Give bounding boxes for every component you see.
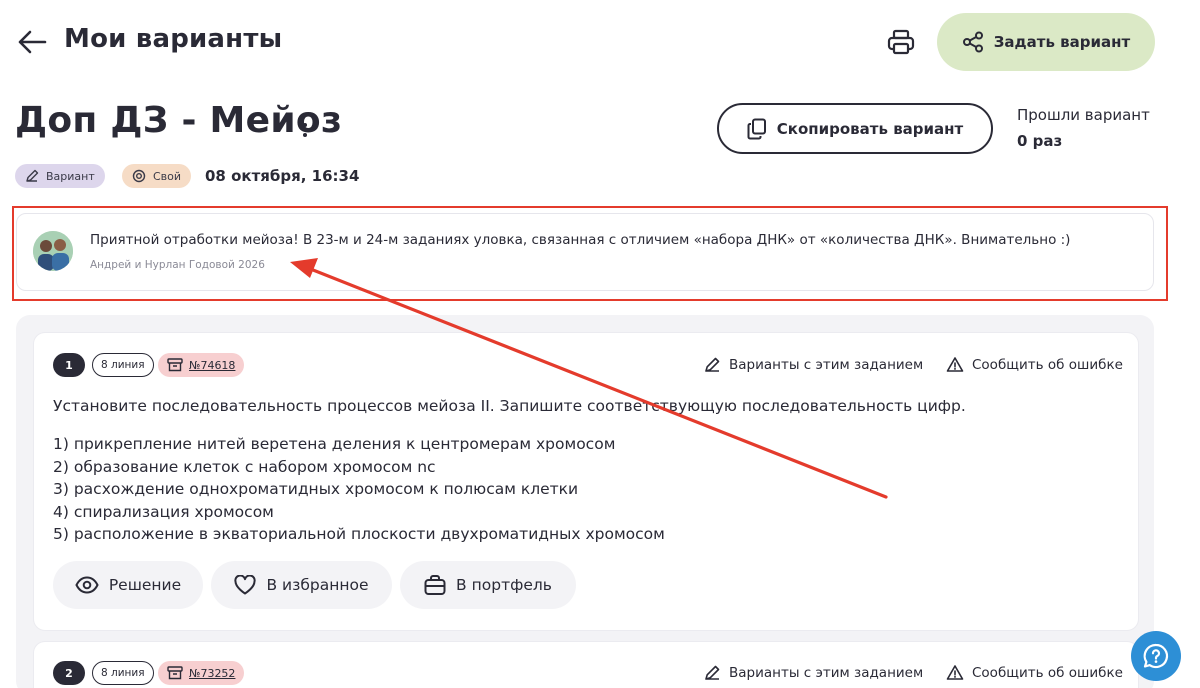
back-button[interactable] [14, 24, 50, 60]
assign-variant-label: Задать вариант [993, 33, 1131, 51]
task-id-link[interactable]: №73252 [158, 661, 245, 685]
task-option: 2) образование клеток с набором хромосом… [53, 457, 436, 476]
portfolio-button[interactable]: В портфель [400, 561, 576, 609]
heart-icon [234, 575, 257, 595]
task-id-link[interactable]: №74618 [158, 353, 245, 377]
variants-with-task-label: Варианты с этим заданием [729, 664, 924, 681]
task-line: 8 линия [92, 661, 154, 685]
warning-icon [946, 665, 964, 680]
report-error-label: Сообщить об ошибке [972, 664, 1123, 681]
briefcase-icon [424, 575, 446, 595]
badge-variant-label: Вариант [46, 169, 95, 183]
share-icon [962, 31, 983, 53]
task-options: 1) прикрепление нитей веретена деления к… [53, 433, 665, 546]
variants-with-task-label: Варианты с этим заданием [729, 356, 924, 373]
help-button[interactable] [1131, 631, 1181, 681]
solution-button[interactable]: Решение [53, 561, 203, 609]
badge-own: Свой [122, 164, 192, 188]
passed-label: Прошли вариант [1017, 106, 1150, 124]
task-number: 1 [53, 353, 85, 377]
task-id-label: №74618 [189, 358, 236, 372]
favorite-label: В избранное [266, 576, 369, 594]
variant-date: 08 октября, 16:34 [205, 167, 360, 185]
task-number: 2 [53, 661, 85, 685]
task-line: 8 линия [92, 353, 154, 377]
report-error-link[interactable]: Сообщить об ошибке [946, 356, 1123, 373]
variants-with-task-link[interactable]: Варианты с этим заданием [704, 664, 923, 681]
pencil-icon [26, 169, 39, 182]
archive-icon [167, 666, 183, 680]
warning-icon [946, 357, 964, 372]
favorite-button[interactable]: В избранное [211, 561, 392, 609]
at-sign-icon [132, 169, 146, 183]
task-option: 5) расположение в экваториальной плоскос… [53, 525, 665, 544]
printer-icon [887, 29, 915, 55]
variant-title: Доп ДЗ - Мейоз [15, 100, 343, 141]
archive-icon [167, 358, 183, 372]
edit-icon [705, 357, 720, 372]
badge-variant: Вариант [15, 164, 105, 188]
report-error-label: Сообщить об ошибке [972, 356, 1123, 373]
eye-icon [75, 576, 99, 594]
solution-label: Решение [108, 576, 182, 594]
copy-icon [747, 118, 766, 139]
passed-count: 0 раз [1017, 132, 1063, 150]
task-question: Установите последовательность процессов … [53, 397, 966, 415]
print-button[interactable] [880, 22, 922, 62]
badge-own-label: Свой [153, 169, 182, 183]
task-option: 4) спирализация хромосом [53, 502, 274, 521]
task-id-label: №73252 [189, 666, 236, 680]
edit-icon [705, 665, 720, 680]
variants-with-task-link[interactable]: Варианты с этим заданием [704, 356, 923, 373]
highlight-frame [12, 206, 1168, 301]
report-error-link[interactable]: Сообщить об ошибке [946, 664, 1123, 681]
task-option: 3) расхождение однохроматидных хромосом … [53, 480, 579, 499]
copy-variant-label: Скопировать вариант [776, 119, 964, 138]
portfolio-label: В портфель [456, 576, 552, 594]
task-option: 1) прикрепление нитей веретена деления к… [53, 435, 616, 453]
assign-variant-button[interactable]: Задать вариант [937, 13, 1155, 71]
help-chat-icon [1143, 643, 1169, 669]
page-title: Мои варианты [64, 24, 283, 54]
back-arrow-icon [18, 30, 47, 54]
more-menu-button[interactable] [296, 110, 314, 140]
copy-variant-button[interactable]: Скопировать вариант [717, 103, 993, 154]
